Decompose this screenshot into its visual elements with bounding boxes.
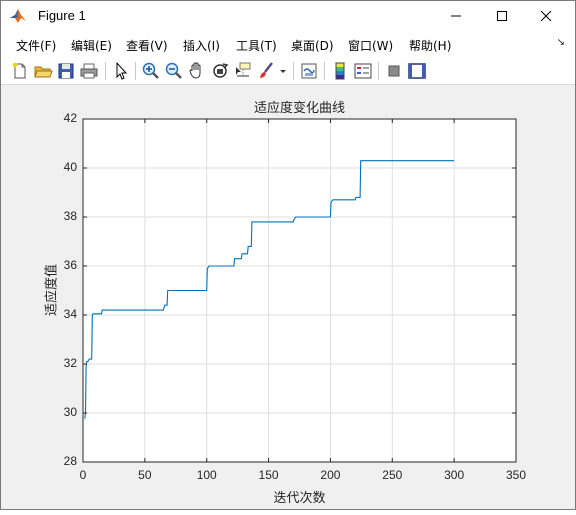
y-tick-label: 40 (63, 160, 77, 174)
y-tick-label: 28 (63, 454, 77, 468)
x-tick-label: 200 (320, 468, 341, 482)
x-tick-label: 50 (138, 468, 152, 482)
x-tick-label: 0 (79, 468, 87, 482)
x-tick-label: 250 (382, 468, 403, 482)
axes-background (83, 119, 516, 462)
y-tick-label: 30 (63, 405, 77, 419)
y-tick-label: 34 (63, 307, 77, 321)
plot-svg (82, 118, 517, 463)
x-tick-label: 350 (505, 468, 527, 482)
y-tick-label: 38 (63, 209, 77, 223)
y-tick-label: 36 (63, 258, 77, 272)
x-tick-label: 150 (258, 468, 279, 482)
y-tick-label: 32 (63, 356, 77, 370)
y-tick-label: 42 (63, 111, 77, 125)
figure-window: Figure 1 文件(F) 编辑(E) 查看(V) 插入(I) 工具(T) 桌… (0, 0, 576, 510)
x-tick-label: 300 (444, 468, 465, 482)
x-tick-label: 100 (196, 468, 217, 482)
